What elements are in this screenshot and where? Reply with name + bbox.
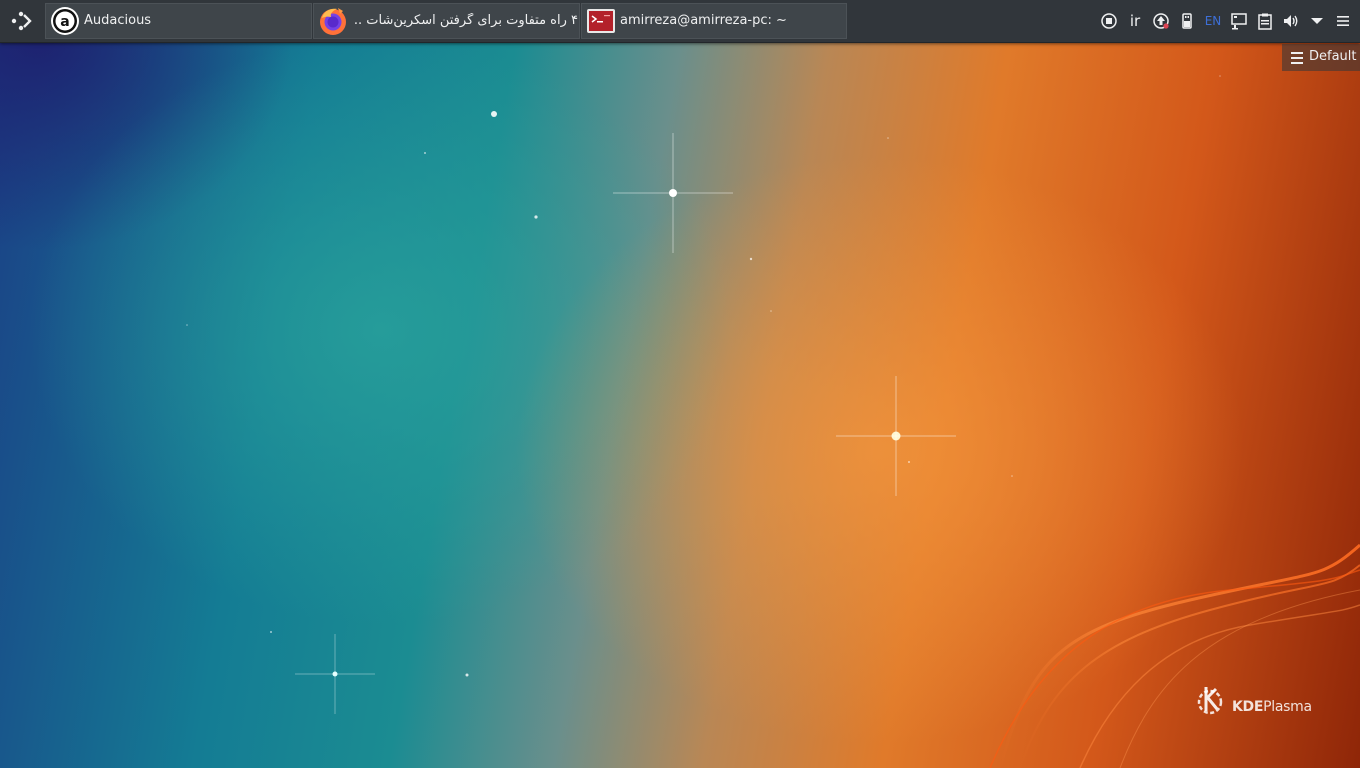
- application-launcher-icon: [11, 11, 32, 31]
- kde-plasma-text: KDEPlasma: [1232, 699, 1312, 715]
- wallpaper-ribbons: [186, 75, 1360, 768]
- desktop-toolbox-button[interactable]: Default: [1282, 44, 1360, 71]
- panel-options-icon[interactable]: [1333, 11, 1353, 31]
- task-firefox[interactable]: ۴ راه متفاوت برای گرفتن اسکرین‌شات ...: [313, 3, 580, 39]
- system-tray: ir EN: [1096, 0, 1360, 42]
- task-audacious[interactable]: a Audacious: [45, 3, 312, 39]
- toolbox-label: Default: [1309, 49, 1357, 64]
- task-label: amirreza@amirreza-pc: ~: [620, 13, 787, 28]
- usb-device-icon[interactable]: [1177, 11, 1197, 31]
- update-notifier-icon[interactable]: [1151, 11, 1171, 31]
- ir-indicator[interactable]: ir: [1125, 11, 1145, 31]
- top-panel: a Audacious ۴ راه متفاوت برای گرفتن اسکر…: [0, 0, 1360, 43]
- keyboard-layout-indicator[interactable]: EN: [1203, 11, 1223, 31]
- firefox-icon: [320, 8, 346, 35]
- plasma-word: Plasma: [1263, 699, 1312, 715]
- media-stop-icon[interactable]: [1099, 11, 1119, 31]
- svg-text:a: a: [60, 14, 69, 30]
- hamburger-icon: [1291, 52, 1303, 67]
- task-label: Audacious: [84, 13, 152, 28]
- task-konsole[interactable]: amirreza@amirreza-pc: ~: [581, 3, 847, 39]
- network-icon[interactable]: [1229, 11, 1249, 31]
- kde-word: KDE: [1232, 699, 1264, 715]
- terminal-icon: [587, 9, 615, 33]
- tray-expand-icon[interactable]: [1307, 11, 1327, 31]
- volume-icon[interactable]: [1281, 11, 1301, 31]
- kde-plasma-logo: KDEPlasma: [1196, 683, 1326, 723]
- application-launcher-button[interactable]: [4, 4, 38, 38]
- clipboard-icon[interactable]: [1255, 11, 1275, 31]
- kde-gear-icon: [1197, 687, 1223, 715]
- task-label: ۴ راه متفاوت برای گرفتن اسکرین‌شات ...: [354, 13, 578, 28]
- desktop[interactable]: a Audacious ۴ راه متفاوت برای گرفتن اسکر…: [0, 0, 1360, 768]
- audacious-icon: a: [51, 7, 79, 35]
